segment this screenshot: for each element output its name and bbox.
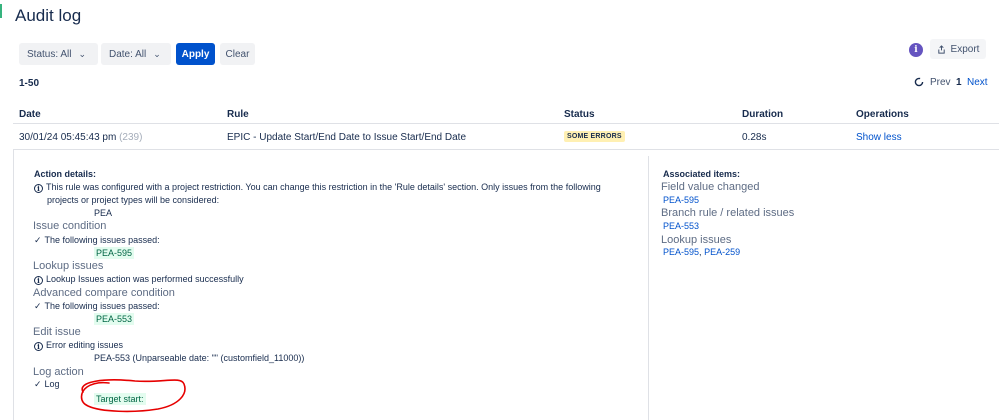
apply-button[interactable]: Apply <box>176 43 215 65</box>
field-value-changed-heading: Field value changed <box>661 181 760 193</box>
field-value-changed-link[interactable]: PEA-595 <box>663 195 699 205</box>
action-details-title: Action details: <box>34 169 97 179</box>
row-date: 30/01/24 05:45:43 pm (239) <box>19 132 142 143</box>
lookup-issue-link-1[interactable]: PEA-595 <box>663 247 699 257</box>
clear-button[interactable]: Clear <box>220 43 255 65</box>
associated-items-title: Associated items: <box>663 169 741 179</box>
red-circle-annotation <box>80 379 186 413</box>
restriction-line-1: i This rule was configured with a project… <box>34 182 601 193</box>
check-icon: ✓ <box>34 301 42 311</box>
details-column-divider <box>648 156 649 420</box>
branch-rule-heading: Branch rule / related issues <box>661 207 795 219</box>
status-badge: SOME ERRORS <box>564 131 625 142</box>
status-filter-dropdown[interactable]: Status: All ⌄ <box>19 43 98 65</box>
column-header-date: Date <box>19 109 41 120</box>
export-label: Export <box>950 43 980 55</box>
info-icon: i <box>34 184 43 193</box>
row-duration: 0.28s <box>742 132 767 143</box>
refresh-icon[interactable] <box>914 77 924 87</box>
row-rule: EPIC - Update Start/End Date to Issue St… <box>227 132 467 143</box>
date-filter-label: Date: All <box>109 48 147 60</box>
status-filter-label: Status: All <box>27 48 72 60</box>
info-icon: i <box>34 342 43 351</box>
branch-rule-link[interactable]: PEA-553 <box>663 221 699 231</box>
row-date-value: 30/01/24 05:45:43 pm <box>19 132 117 143</box>
lookup-issues-heading: Lookup issues <box>661 234 732 246</box>
advanced-compare-text: ✓ The following issues passed: <box>34 301 160 311</box>
details-left-border <box>13 150 14 420</box>
column-header-rule: Rule <box>227 109 249 120</box>
export-button[interactable]: Export <box>930 39 986 59</box>
restriction-project: PEA <box>94 208 113 218</box>
lookup-issue-link-2[interactable]: PEA-259 <box>704 247 740 257</box>
show-less-link[interactable]: Show less <box>856 132 902 143</box>
lookup-heading: Lookup issues <box>33 260 104 272</box>
check-icon: ✓ <box>34 235 42 245</box>
log-action-text: ✓ Log <box>34 379 60 389</box>
next-link[interactable]: Next <box>967 77 988 88</box>
advanced-compare-issue: PEA-553 <box>94 313 135 325</box>
restriction-line-2: projects or project types will be consid… <box>47 195 220 205</box>
left-accent-bar <box>0 4 2 18</box>
page-title: Audit log <box>15 6 82 25</box>
lookup-issues-links: PEA-595, PEA-259 <box>663 247 740 257</box>
issue-condition-text: ✓ The following issues passed: <box>34 235 160 245</box>
date-filter-dropdown[interactable]: Date: All ⌄ <box>101 43 171 65</box>
header-divider <box>13 123 999 124</box>
column-header-status: Status <box>564 109 595 120</box>
row-divider <box>13 149 999 150</box>
check-icon: ✓ <box>34 379 42 389</box>
lookup-text: i Lookup Issues action was performed succ… <box>34 274 244 285</box>
export-icon <box>937 44 945 54</box>
current-page: 1 <box>956 77 962 88</box>
edit-issue-heading: Edit issue <box>33 326 81 338</box>
advanced-compare-heading: Advanced compare condition <box>33 287 175 299</box>
prev-link[interactable]: Prev <box>930 77 951 88</box>
issue-condition-issue: PEA-595 <box>94 247 135 259</box>
column-header-duration: Duration <box>742 109 784 120</box>
link-separator: , <box>699 247 702 257</box>
info-icon[interactable]: i <box>909 43 923 57</box>
chevron-down-icon: ⌄ <box>153 48 161 59</box>
result-range: 1-50 <box>19 78 40 89</box>
chevron-down-icon: ⌄ <box>78 48 87 59</box>
issue-condition-heading: Issue condition <box>33 220 107 232</box>
edit-issue-error: PEA-553 (Unparseable date: "" (customfie… <box>94 353 305 363</box>
edit-issue-text: i Error editing issues <box>34 340 123 351</box>
info-icon: i <box>34 276 43 285</box>
row-count: (239) <box>119 132 143 143</box>
column-header-operations: Operations <box>856 109 909 120</box>
